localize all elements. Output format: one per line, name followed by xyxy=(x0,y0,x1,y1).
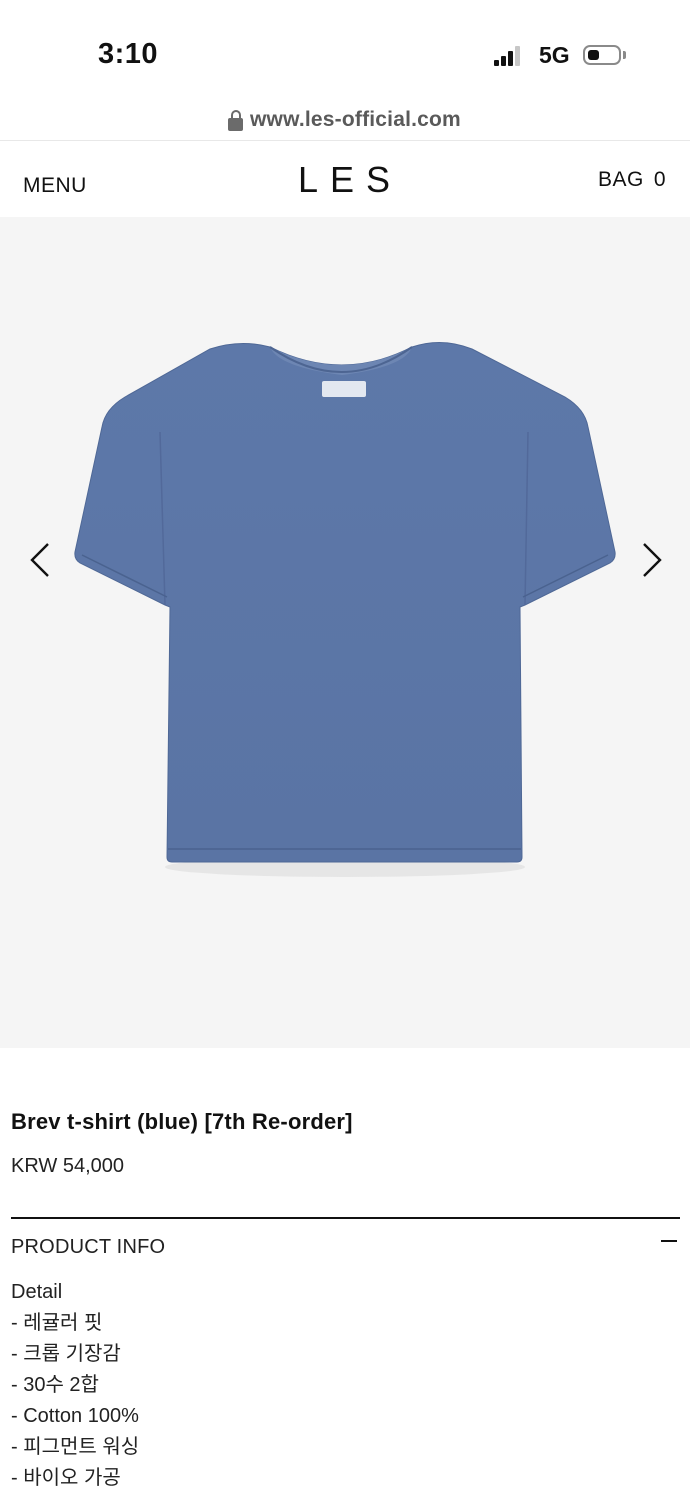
product-page: 3:10 5G www.les-official.com MENU LES BA… xyxy=(0,0,690,1500)
product-detail-list: Detail - 레귤러 핏 - 크롭 기장감 - 30수 2합 - Cotto… xyxy=(11,1277,139,1494)
detail-line: - 크롭 기장감 xyxy=(11,1343,121,1365)
status-time: 3:10 xyxy=(98,38,159,70)
chevron-right-icon xyxy=(643,543,662,577)
lock-icon xyxy=(228,110,244,132)
detail-line: - 바이오 가공 xyxy=(11,1467,121,1489)
browser-url-bar[interactable]: www.les-official.com xyxy=(0,100,690,141)
product-info-toggle[interactable]: PRODUCT INFO xyxy=(11,1236,165,1259)
section-divider xyxy=(11,1217,680,1219)
detail-line: Detail xyxy=(11,1281,63,1303)
status-bar: 3:10 5G xyxy=(0,0,690,100)
detail-line: - 피그먼트 워싱 xyxy=(11,1436,140,1458)
chevron-left-icon xyxy=(30,543,49,577)
blue-tshirt-image xyxy=(74,342,616,877)
bag-button[interactable]: BAG 0 xyxy=(598,168,666,192)
product-title: Brev t-shirt (blue) [7th Re-order] xyxy=(11,1109,353,1134)
bag-count: 0 xyxy=(653,168,666,191)
detail-line: - 30수 2합 xyxy=(11,1374,99,1396)
site-header: MENU LES BAG 0 xyxy=(0,141,690,217)
battery-tip xyxy=(623,51,626,59)
product-gallery[interactable] xyxy=(0,217,690,1048)
url-text[interactable]: www.les-official.com xyxy=(250,108,461,132)
network-type: 5G xyxy=(539,42,570,68)
bag-label: BAG xyxy=(597,168,644,191)
battery-icon xyxy=(583,45,621,65)
detail-line: - 레귤러 핏 xyxy=(11,1312,103,1334)
menu-button[interactable]: MENU xyxy=(23,174,87,198)
detail-line: - Cotton 100% xyxy=(11,1405,139,1427)
previous-image-button[interactable] xyxy=(26,540,56,580)
collapse-minus-icon[interactable] xyxy=(661,1240,677,1242)
signal-strength-icon xyxy=(494,46,520,66)
product-price: KRW 54,000 xyxy=(11,1155,125,1177)
next-image-button[interactable] xyxy=(636,540,666,580)
site-logo[interactable]: LES xyxy=(298,159,402,201)
